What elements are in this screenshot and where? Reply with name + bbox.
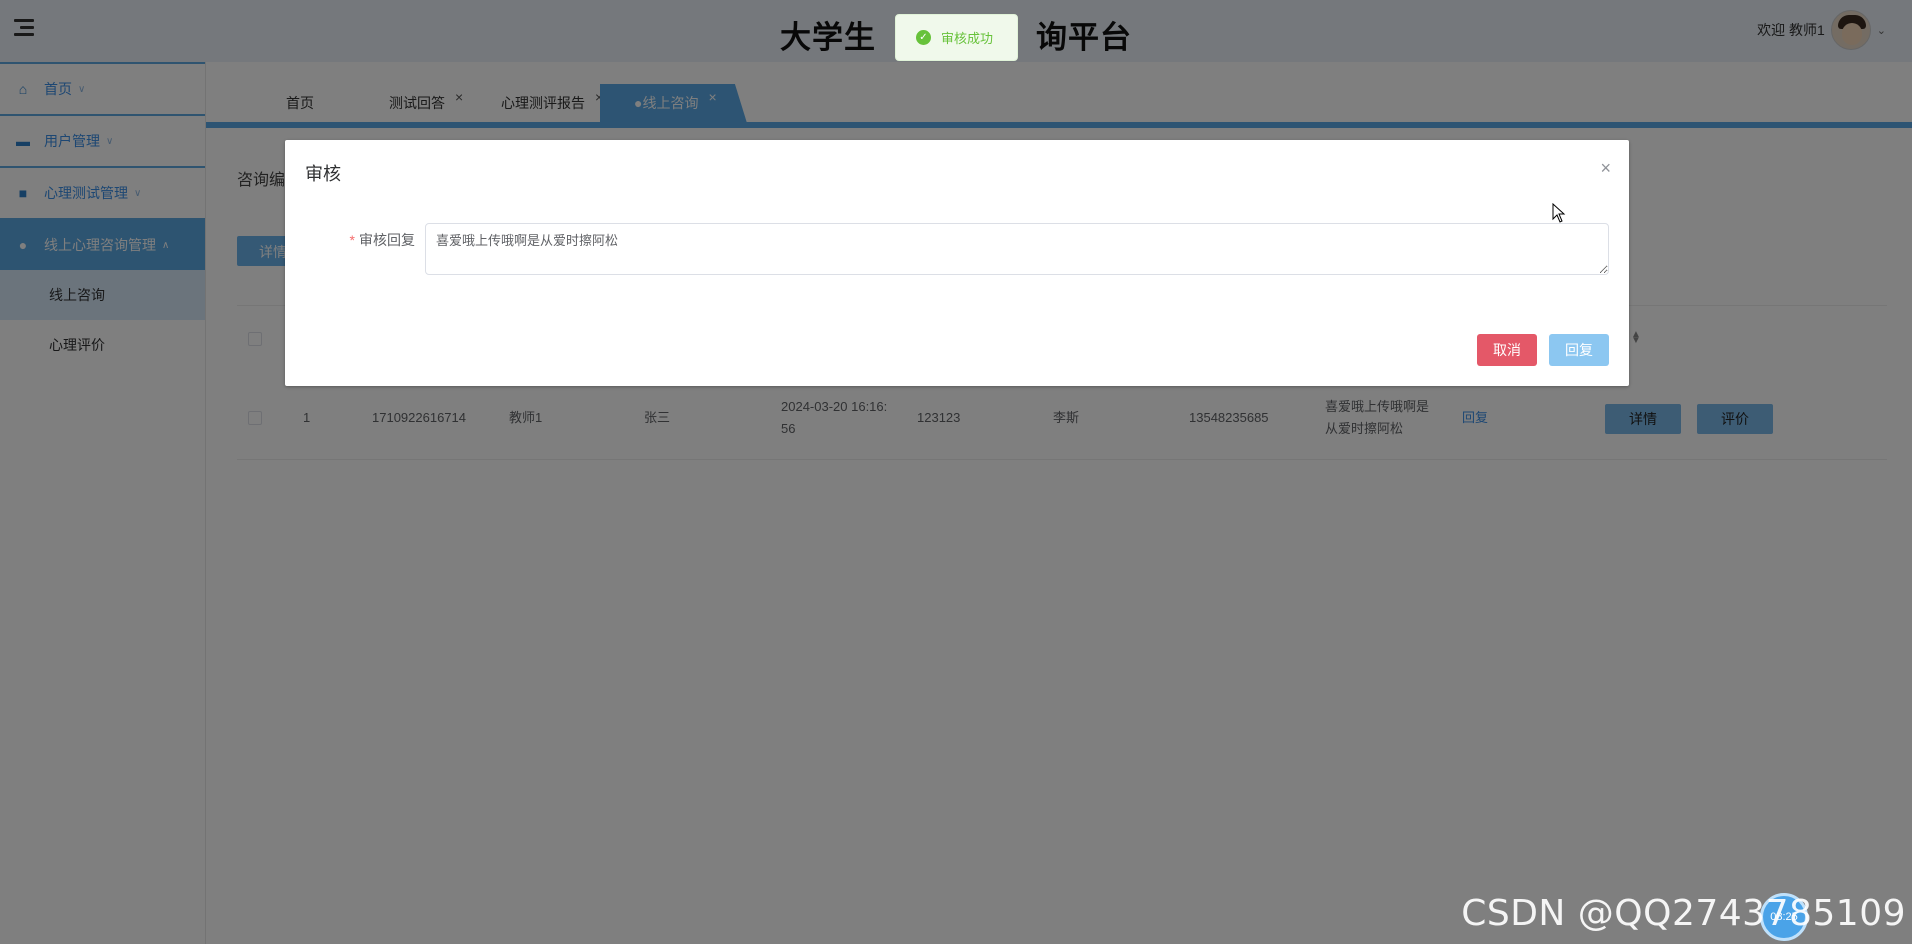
toast-message: 审核成功 [941,31,994,46]
check-circle-icon: ✓ [916,30,931,45]
cancel-button[interactable]: 取消 [1477,334,1537,366]
close-icon[interactable]: × [1600,158,1611,179]
review-reply-textarea[interactable]: 喜爱哦上传哦啊是从爱时擦阿松 [425,223,1609,275]
dialog-title: 审核 [305,164,341,184]
required-asterisk: * [349,232,355,248]
review-reply-label: * 审核回复 [325,230,415,250]
review-reply-label-text: 审核回复 [359,232,415,248]
watermark-text: CSDN @QQ2743785109 [1461,893,1906,934]
mouse-cursor-icon [1552,203,1566,223]
review-dialog: 审核 × * 审核回复 喜爱哦上传哦啊是从爱时擦阿松 取消 回复 [285,140,1629,386]
reply-button[interactable]: 回复 [1549,334,1609,366]
success-toast: ✓ 审核成功 [895,14,1018,61]
